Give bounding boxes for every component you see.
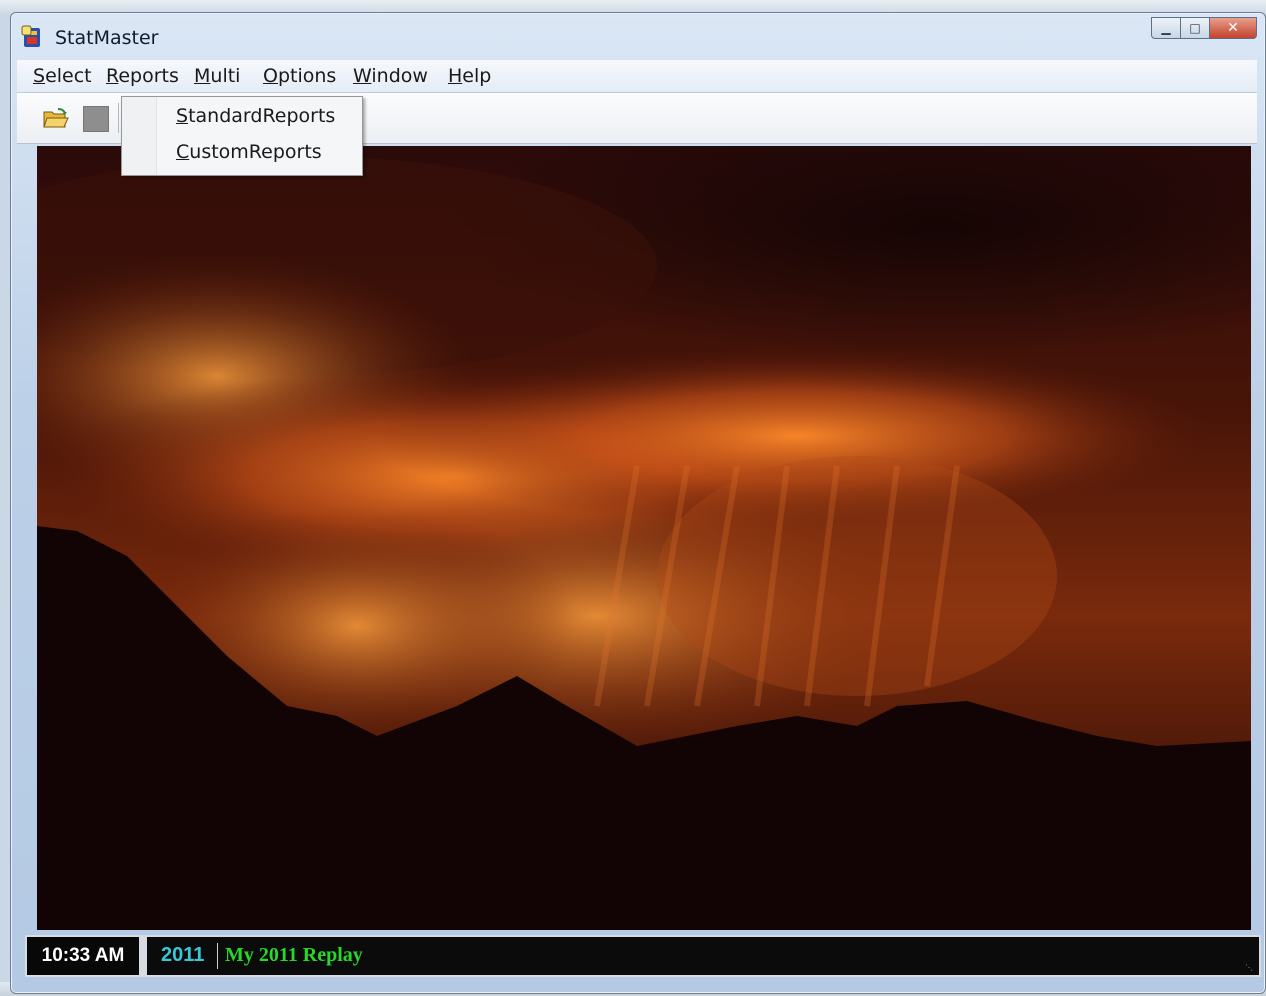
- maximize-button[interactable]: □: [1180, 17, 1209, 39]
- resize-grip-icon[interactable]: ⋱: [1245, 963, 1255, 973]
- custom-reports-mnemonic: C: [176, 141, 190, 163]
- menu-multi[interactable]: Multi: [194, 65, 240, 87]
- menu-select-label: elect: [45, 65, 92, 87]
- menu-reports-label: eports: [118, 65, 179, 87]
- maximize-icon: □: [1189, 21, 1201, 35]
- menu-reports-mnemonic: R: [106, 65, 119, 87]
- replay-name: My 2011 Replay: [225, 944, 363, 966]
- menu-help[interactable]: Help: [448, 65, 491, 87]
- status-bar: 10:33 AM 2011 My 2011 Replay ⋱: [25, 935, 1261, 977]
- background-image: [37, 146, 1251, 930]
- menu-window-mnemonic: W: [353, 65, 372, 87]
- sunset-storm-image: [37, 146, 1251, 930]
- standard-reports-label: tandardReports: [188, 105, 336, 127]
- menu-multi-label: ulti: [210, 65, 241, 87]
- minimize-icon: ▁: [1161, 21, 1171, 35]
- menu-help-label: elp: [462, 65, 492, 87]
- menu-help-mnemonic: H: [448, 65, 463, 87]
- season-year: 2011: [161, 944, 205, 966]
- menu-reports[interactable]: Reports: [106, 65, 179, 87]
- menu-select-mnemonic: S: [33, 65, 46, 87]
- stop-icon[interactable]: [83, 106, 109, 132]
- clock-display: 10:33 AM: [27, 937, 147, 975]
- close-button[interactable]: ✕: [1209, 17, 1257, 39]
- custom-reports-label: ustomReports: [189, 141, 322, 163]
- menu-multi-mnemonic: M: [194, 65, 211, 87]
- menu-item-standard-reports[interactable]: StandardReports: [176, 105, 335, 127]
- standard-reports-mnemonic: S: [176, 105, 189, 127]
- menu-window-label: indow: [371, 65, 428, 87]
- minimize-button[interactable]: ▁: [1151, 17, 1180, 39]
- menu-gutter: [122, 97, 157, 175]
- menu-item-custom-reports[interactable]: CustomReports: [176, 141, 322, 163]
- open-folder-icon[interactable]: [43, 107, 69, 129]
- menu-options-mnemonic: O: [263, 65, 278, 87]
- title-bar[interactable]: StatMaster ▁ □ ✕: [11, 13, 1265, 59]
- menu-window[interactable]: Window: [353, 65, 428, 87]
- menu-options-label: ptions: [277, 65, 337, 87]
- reports-dropdown-menu: StandardReports CustomReports: [121, 96, 363, 176]
- menu-select[interactable]: Select: [33, 65, 92, 87]
- menu-options[interactable]: Options: [263, 65, 336, 87]
- close-icon: ✕: [1227, 20, 1239, 36]
- window-controls: ▁ □ ✕: [1151, 17, 1257, 39]
- statmaster-app-icon: [21, 25, 40, 47]
- menu-bar: Select Reports Multi Options Window Help: [17, 60, 1257, 93]
- status-separator: [217, 943, 218, 969]
- window-title: StatMaster: [55, 27, 159, 49]
